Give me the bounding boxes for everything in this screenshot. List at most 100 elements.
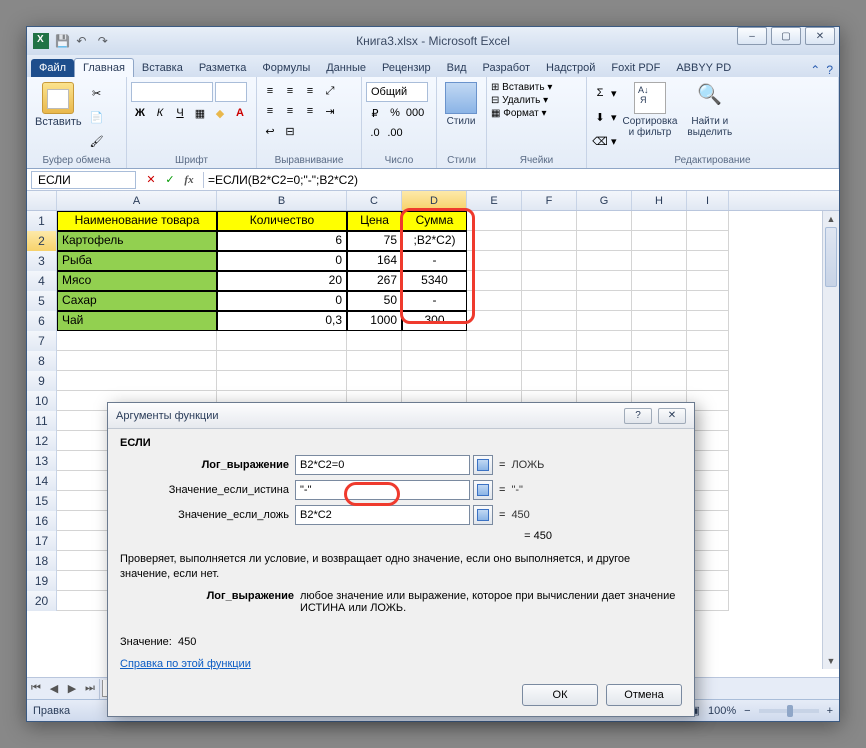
row-header[interactable]: 8 [27,351,57,371]
ribbon-tab[interactable]: Разработ [475,59,538,77]
cell[interactable] [522,371,577,391]
maximize-button[interactable]: ▢ [771,27,801,45]
cell[interactable] [632,371,687,391]
cell[interactable] [347,331,402,351]
row-header[interactable]: 4 [27,271,57,291]
cell[interactable] [217,331,347,351]
cell[interactable]: 300 [402,311,467,331]
cells-delete-button[interactable]: ⊟ Удалить ▾ [491,95,548,106]
cell[interactable] [467,351,522,371]
cell[interactable] [522,231,577,251]
zoom-out-icon[interactable]: − [744,705,750,717]
cell[interactable]: Сахар [57,291,217,311]
fill-icon[interactable]: ◆ [211,104,229,122]
align-middle-icon[interactable]: ≡ [281,82,299,100]
column-header[interactable]: G [577,191,632,210]
align-bottom-icon[interactable]: ≡ [301,82,319,100]
ribbon-tab[interactable]: ABBYY PD [668,59,739,77]
cell[interactable] [467,371,522,391]
cell[interactable] [577,371,632,391]
row-header[interactable]: 20 [27,591,57,611]
italic-icon[interactable]: К [151,104,169,122]
dialog-help-button[interactable]: ? [624,408,652,424]
ribbon-tab[interactable]: Главная [74,58,134,77]
cell[interactable] [522,271,577,291]
cell[interactable] [687,311,729,331]
cell[interactable] [217,371,347,391]
scroll-thumb[interactable] [825,227,837,287]
row-header[interactable]: 9 [27,371,57,391]
column-header[interactable]: H [632,191,687,210]
row-header[interactable]: 18 [27,551,57,571]
copy-icon[interactable]: 📄 [88,108,106,126]
cell[interactable] [57,371,217,391]
range-select-button[interactable] [473,480,493,500]
cell[interactable] [467,251,522,271]
cell[interactable] [402,331,467,351]
column-header[interactable]: I [687,191,729,210]
cell[interactable] [217,351,347,371]
column-header[interactable]: A [57,191,217,210]
cell[interactable] [347,351,402,371]
column-header[interactable]: E [467,191,522,210]
cell[interactable]: Картофель [57,231,217,251]
minimize-ribbon-icon[interactable]: ⌃ [810,63,820,77]
minimize-button[interactable]: – [737,27,767,45]
cell[interactable] [522,311,577,331]
cell[interactable] [577,251,632,271]
cell[interactable] [467,271,522,291]
cell[interactable] [522,251,577,271]
currency-icon[interactable]: ₽ [366,104,384,122]
cell[interactable]: Сумма [402,211,467,231]
orientation-icon[interactable]: ⤢ [321,82,339,100]
cell[interactable]: 164 [347,251,402,271]
cell[interactable] [522,351,577,371]
undo-icon[interactable]: ↶ [76,34,90,48]
arg-input[interactable] [295,455,470,475]
row-header[interactable]: 1 [27,211,57,231]
cell[interactable] [632,231,687,251]
cell[interactable]: 0 [217,251,347,271]
cell[interactable]: - [402,251,467,271]
styles-button[interactable]: Стили [441,82,481,127]
cell[interactable]: 6 [217,231,347,251]
autosum-icon[interactable]: Σ [591,84,609,102]
cell[interactable] [577,231,632,251]
zoom-in-icon[interactable]: + [827,705,833,717]
arg-input[interactable] [295,505,470,525]
indent-icon[interactable]: ⇥ [321,102,339,120]
cell[interactable] [522,331,577,351]
cell[interactable] [687,291,729,311]
sheet-nav-prev-icon[interactable]: ◀ [45,679,63,699]
ribbon-tab[interactable]: Разметка [191,59,255,77]
cell[interactable]: Мясо [57,271,217,291]
cell[interactable] [402,351,467,371]
cell[interactable] [577,271,632,291]
paste-button[interactable]: Вставить [31,82,86,128]
row-header[interactable]: 10 [27,391,57,411]
cell[interactable]: 5340 [402,271,467,291]
row-header[interactable]: 15 [27,491,57,511]
zoom-slider[interactable] [759,709,819,713]
cell[interactable] [577,331,632,351]
row-header[interactable]: 2 [27,231,57,251]
wrap-icon[interactable]: ↩ [261,122,279,140]
name-box[interactable]: ЕСЛИ [31,171,136,189]
cell[interactable] [632,251,687,271]
cell[interactable] [577,311,632,331]
align-top-icon[interactable]: ≡ [261,82,279,100]
cell[interactable] [632,311,687,331]
range-select-button[interactable] [473,455,493,475]
cell[interactable] [632,331,687,351]
number-format-select[interactable] [366,82,428,102]
sheet-nav-first-icon[interactable]: ⏮ [27,679,45,699]
cell[interactable] [57,351,217,371]
clear-icon[interactable]: ⌫ [591,132,609,150]
cut-icon[interactable]: ✂ [88,84,106,102]
align-center-icon[interactable]: ≡ [281,102,299,120]
fill-down-icon[interactable]: ⬇ [591,108,609,126]
range-select-button[interactable] [473,505,493,525]
cell[interactable] [577,351,632,371]
dialog-help-link[interactable]: Справка по этой функции [120,658,251,670]
save-icon[interactable]: 💾 [55,34,69,48]
